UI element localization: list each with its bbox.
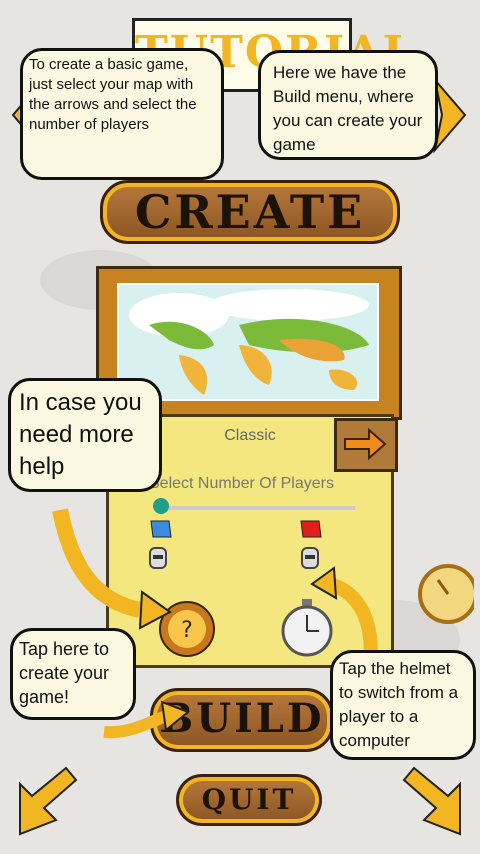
tip-helmet: Tap the helmet to switch from a player t… [330, 650, 476, 760]
tip-helmet-text: Tap the helmet to switch from a player t… [339, 659, 459, 750]
stopwatch-icon[interactable] [414, 552, 474, 636]
quit-label: QUIT [201, 783, 297, 816]
tip-more-help-text: In case you need more help [19, 389, 142, 480]
tip-tap-here: Tap here to create your game! [10, 628, 136, 720]
tip-build-menu: Here we have the Build menu, where you c… [258, 50, 438, 160]
tip-tap-here-text: Tap here to create your game! [19, 639, 110, 707]
create-button[interactable]: CREATE [100, 180, 400, 244]
create-label: CREATE [134, 185, 366, 239]
forward-arrow-icon[interactable] [400, 764, 466, 840]
tip-basic-game-text: To create a basic game, just select your… [29, 56, 197, 133]
tip-more-help: In case you need more help [8, 378, 162, 492]
right-arrow-icon [344, 427, 387, 461]
quit-button[interactable]: QUIT [176, 774, 322, 826]
tip-build-menu-text: Here we have the Build menu, where you c… [273, 63, 423, 154]
world-map[interactable] [117, 283, 379, 401]
players-heading: Select Number Of Players [149, 475, 334, 492]
red-flag-icon [300, 520, 322, 538]
tip-basic-game: To create a basic game, just select your… [20, 48, 224, 180]
back-arrow-icon[interactable] [14, 764, 80, 840]
next-map-button[interactable] [334, 418, 398, 472]
